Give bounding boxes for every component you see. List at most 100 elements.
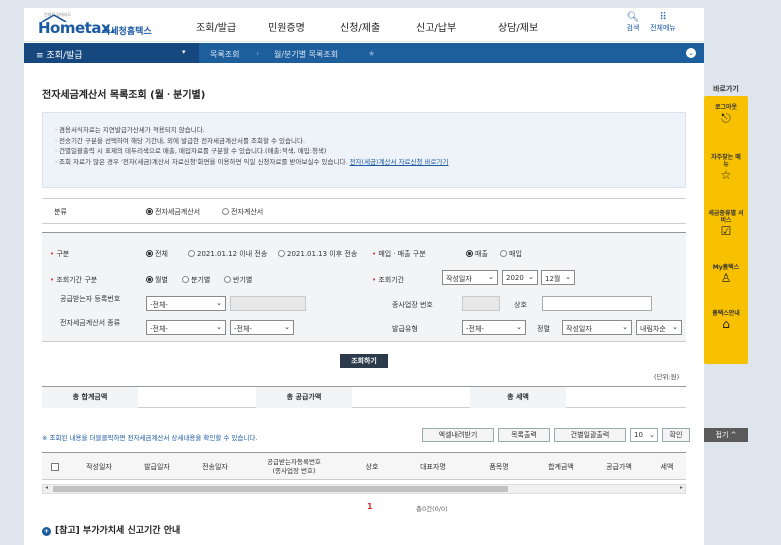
period-radio-month[interactable]: 월별 xyxy=(146,275,168,285)
reference-title: [참고] 부가가치세 신고기간 안내 xyxy=(55,526,181,536)
col-item-name[interactable]: 품목명 xyxy=(466,453,532,481)
print-list-button[interactable]: 목록출력 xyxy=(498,428,550,442)
period-radio-half[interactable]: 반기별 xyxy=(224,275,252,285)
type-label: 분류 xyxy=(54,208,67,216)
confirm-button[interactable]: 확인 xyxy=(662,428,690,442)
quick-favorites[interactable]: 자주찾는 메뉴 ☆ xyxy=(704,154,748,182)
breadcrumb-bar: ≡ 조회/발급 ▾ 목록조회 › 월/분기별 목록조회 ★ ⌄ xyxy=(24,43,704,63)
dropdown-caret-icon: ▾ xyxy=(182,48,186,56)
trade-label: • 매입ㆍ매출 구분 xyxy=(372,250,426,258)
gubun-radio-all[interactable]: 전체 xyxy=(146,249,168,259)
radio-label: 매입 xyxy=(509,250,522,258)
gnb-certificates[interactable]: 민원증명 xyxy=(268,19,305,34)
col-ceo-name[interactable]: 대표자명 xyxy=(400,453,466,481)
trade-name-label: 상호 xyxy=(514,301,527,309)
gnb-lookup-issue[interactable]: 조회/발급 xyxy=(196,19,236,34)
favorite-star-icon[interactable]: ★ xyxy=(368,49,375,58)
gnb-apply-submit[interactable]: 신청/제출 xyxy=(340,19,380,34)
top-search-button[interactable]: 🔍︎ 검색 xyxy=(620,12,646,33)
radio-label: 월별 xyxy=(155,276,168,284)
menu-dropdown[interactable]: ≡ 조회/발급 ▾ xyxy=(24,43,199,63)
info-text: ※ 조회된 내용을 더블클릭하면 전자세금계산서 상세내용을 확인할 수 있습니… xyxy=(42,434,258,442)
col-receiver-number[interactable]: 공급받는자등록번호 (종사업장 번호) xyxy=(244,458,344,476)
period-radio-quarter[interactable]: 분기별 xyxy=(182,275,210,285)
gnb-report-pay[interactable]: 신고/납부 xyxy=(416,19,456,34)
type-radio-etax[interactable]: 전자세금계산서 xyxy=(146,207,200,217)
gubun-radio-before[interactable]: 2021.01.12 이내 전송 xyxy=(188,249,267,259)
radio-checked-icon xyxy=(146,276,153,283)
radio-checked-icon xyxy=(466,250,473,257)
top-header: 언제든 집에서도 Hometax. 국세청홈택스 조회/발급 민원증명 신청/제… xyxy=(24,8,704,42)
notice-line-last: ㆍ조회 자료가 많은 경우 '전자(세금)계산서 자료신청'화면을 이용하면 익… xyxy=(53,157,685,168)
quick-tax-service[interactable]: 세금종류별 서비스 ☑ xyxy=(704,210,748,238)
issue-type-select[interactable]: -전체- ⌄ xyxy=(462,320,526,335)
chevron-down-icon: ⌄ xyxy=(516,323,522,331)
search-label: 검색 xyxy=(626,24,640,32)
page-size-select[interactable]: 10 ⌄ xyxy=(630,428,658,442)
type-option-label: 전자세금계산서 xyxy=(155,208,201,216)
chevron-down-icon: ⌄ xyxy=(216,323,222,331)
period-date-type-select[interactable]: 작성일자 ⌄ xyxy=(442,270,498,285)
user-icon: ♙ xyxy=(720,271,732,285)
receiver-label: 공급받는자 등록번호 xyxy=(60,295,121,303)
radio-label: 매출 xyxy=(475,250,488,258)
receiver-select[interactable]: -전체- ⌄ xyxy=(146,296,226,311)
col-trade-name[interactable]: 상호 xyxy=(344,453,400,481)
notice-line: ㆍ겸용서식자료는 지연발급가산세가 적용되지 않습니다. xyxy=(53,126,205,134)
period-year-select[interactable]: 2020 ⌄ xyxy=(502,270,538,285)
data-request-link[interactable]: 전자(세금)계산서 자료신청 바로가기 xyxy=(350,158,449,166)
sort-field-select[interactable]: 작성일자 ⌄ xyxy=(562,320,632,335)
radio-label: 2021.01.13 이후 전송 xyxy=(287,250,358,258)
search-button[interactable]: 조회하기 xyxy=(340,354,388,368)
sort-label: 정렬 xyxy=(537,325,550,333)
scrollbar-thumb[interactable] xyxy=(53,486,508,492)
quick-collapse-button[interactable]: 접기 ^ xyxy=(704,428,748,442)
doc-type-select-1[interactable]: -전체- ⌄ xyxy=(146,320,226,335)
trade-name-input[interactable] xyxy=(542,296,652,311)
radio-icon xyxy=(188,250,195,257)
result-count: 총0건(0/0) xyxy=(416,505,448,513)
horizontal-scrollbar[interactable]: ◂ ▸ xyxy=(42,484,686,494)
breadcrumb-list[interactable]: 목록조회 xyxy=(210,49,239,60)
pager-current-page[interactable]: 1 xyxy=(367,502,373,511)
logout-icon: ⎋ xyxy=(721,111,731,125)
scroll-left-icon[interactable]: ◂ xyxy=(45,484,48,491)
col-tax-amount[interactable]: 세액 xyxy=(648,453,686,481)
select-value: 내림차순 xyxy=(640,325,666,333)
breadcrumb-current[interactable]: 월/분기별 목록조회 xyxy=(274,49,338,60)
period-month-select[interactable]: 12월 ⌄ xyxy=(541,270,575,285)
period-label: • 조회기간 xyxy=(372,276,405,284)
select-all-checkbox[interactable] xyxy=(51,463,59,471)
col-issue-date[interactable]: 발급일자 xyxy=(128,453,186,481)
trade-radio-purchase[interactable]: 매입 xyxy=(500,249,522,259)
quick-my-hometax[interactable]: My홈택스 ♙ xyxy=(704,264,748,285)
col-send-date[interactable]: 전송일자 xyxy=(186,453,244,481)
grid-menu-icon: ⠿ xyxy=(659,12,667,23)
totals-row: 총 합계금액 총 공급가액 총 세액 xyxy=(42,386,686,408)
radio-label: 분기별 xyxy=(191,276,211,284)
quick-item-label: 홈택스안내 xyxy=(712,310,740,317)
select-value: 10 xyxy=(634,431,643,439)
collapse-icon[interactable]: ⌄ xyxy=(686,48,696,58)
batch-print-button[interactable]: 건별일괄출력 xyxy=(554,428,626,442)
reference-link[interactable]: + [참고] 부가가치세 신고기간 안내 xyxy=(42,523,180,536)
gubun-radio-after[interactable]: 2021.01.13 이후 전송 xyxy=(278,249,357,259)
issue-type-label: 발급유형 xyxy=(392,325,418,333)
excel-download-button[interactable]: 엑셀내려받기 xyxy=(422,428,494,442)
gnb-consult[interactable]: 상담/제보 xyxy=(498,19,538,34)
notice-box: ㆍ겸용서식자료는 지연발급가산세가 적용되지 않습니다. ㆍ전송기간 구분을 선… xyxy=(42,112,686,188)
logo-korean: 국세청홈택스 xyxy=(102,27,152,37)
result-grid-header: 작성일자 발급일자 전송일자 공급받는자등록번호 (종사업장 번호) 상호 대표… xyxy=(42,452,686,480)
col-total-amount[interactable]: 합계금액 xyxy=(532,453,590,481)
trade-radio-sales[interactable]: 매출 xyxy=(466,249,488,259)
chevron-down-icon: ⌄ xyxy=(216,299,222,307)
quick-logout[interactable]: 로그아웃 ⎋ xyxy=(704,104,748,125)
sort-order-select[interactable]: 내림차순 ⌄ xyxy=(636,320,682,335)
all-menu-button[interactable]: ⠿ 전체메뉴 xyxy=(650,12,676,33)
type-radio-einvoice[interactable]: 전자계산서 xyxy=(222,207,263,217)
col-supply-amount[interactable]: 공급가액 xyxy=(590,453,648,481)
scroll-right-icon[interactable]: ▸ xyxy=(680,484,683,491)
doc-type-select-2[interactable]: -전체- ⌄ xyxy=(230,320,294,335)
col-write-date[interactable]: 작성일자 xyxy=(70,453,128,481)
quick-hometax-guide[interactable]: 홈택스안내 ⌂ xyxy=(704,310,748,331)
